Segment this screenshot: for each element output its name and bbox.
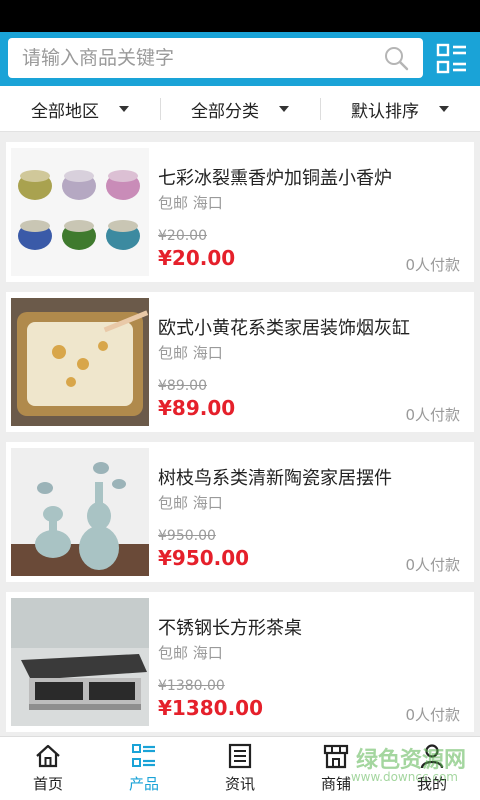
product-title: 七彩冰裂熏香炉加铜盖小香炉 [158,168,392,189]
product-list: 七彩冰裂熏香炉加铜盖小香炉 包邮 海口 ¥20.00 ¥20.00 0人付款 欧… [0,132,480,736]
product-image [11,448,149,576]
tab-products[interactable]: 产品 [96,737,192,800]
chevron-down-icon [439,106,449,112]
filter-sort[interactable]: 默认排序 [320,86,480,132]
filter-category-label: 全部分类 [191,101,259,122]
product-card[interactable]: 欧式小黄花系类家居装饰烟灰缸 包邮 海口 ¥89.00 ¥89.00 0人付款 [6,292,474,432]
product-sold-count: 0人付款 [405,706,460,724]
status-bar [0,0,480,32]
product-shipping: 包邮 海口 [158,194,223,212]
category-menu-icon[interactable] [434,41,470,77]
filter-category[interactable]: 全部分类 [160,86,320,132]
product-title: 欧式小黄花系类家居装饰烟灰缸 [158,318,410,339]
search-icon[interactable] [383,45,409,71]
filter-bar: 全部地区 全部分类 默认排序 [0,86,480,132]
product-price: ¥20.00 [158,246,236,270]
product-shipping: 包邮 海口 [158,644,223,662]
product-price: ¥1380.00 [158,696,264,720]
chevron-down-icon [279,106,289,112]
product-image [11,148,149,276]
product-title: 树枝鸟系类清新陶瓷家居摆件 [158,468,392,489]
tab-news[interactable]: 资讯 [192,737,288,800]
top-bar [0,32,480,86]
tab-home-label: 首页 [32,775,63,793]
product-old-price: ¥20.00 [158,228,207,244]
tab-home[interactable]: 首页 [0,737,96,800]
chevron-down-icon [119,106,129,112]
product-title: 不锈钢长方形茶桌 [158,618,302,639]
filter-region-label: 全部地区 [31,101,99,122]
product-card[interactable]: 不锈钢长方形茶桌 包邮 海口 ¥1380.00 ¥1380.00 0人付款 [6,592,474,732]
product-old-price: ¥1380.00 [158,678,225,694]
search-box[interactable] [8,38,423,78]
product-image [11,298,149,426]
tab-products-label: 产品 [128,775,159,793]
product-price: ¥950.00 [158,546,250,570]
search-input[interactable] [22,38,362,78]
news-icon [228,743,252,769]
filter-sort-label: 默认排序 [351,101,419,122]
product-shipping: 包邮 海口 [158,344,223,362]
home-icon [36,744,60,768]
product-sold-count: 0人付款 [405,556,460,574]
product-card[interactable]: 树枝鸟系类清新陶瓷家居摆件 包邮 海口 ¥950.00 ¥950.00 0人付款 [6,442,474,582]
store-icon [323,744,349,769]
product-sold-count: 0人付款 [405,406,460,424]
product-price: ¥89.00 [158,396,236,420]
product-list-icon [132,744,155,767]
watermark-url: www.downcc.com [350,770,458,784]
filter-region[interactable]: 全部地区 [0,86,160,132]
product-old-price: ¥950.00 [158,528,216,544]
product-shipping: 包邮 海口 [158,494,223,512]
tab-news-label: 资讯 [224,775,255,793]
product-old-price: ¥89.00 [158,378,207,394]
product-sold-count: 0人付款 [405,256,460,274]
product-card[interactable]: 七彩冰裂熏香炉加铜盖小香炉 包邮 海口 ¥20.00 ¥20.00 0人付款 [6,142,474,282]
product-image [11,598,149,726]
